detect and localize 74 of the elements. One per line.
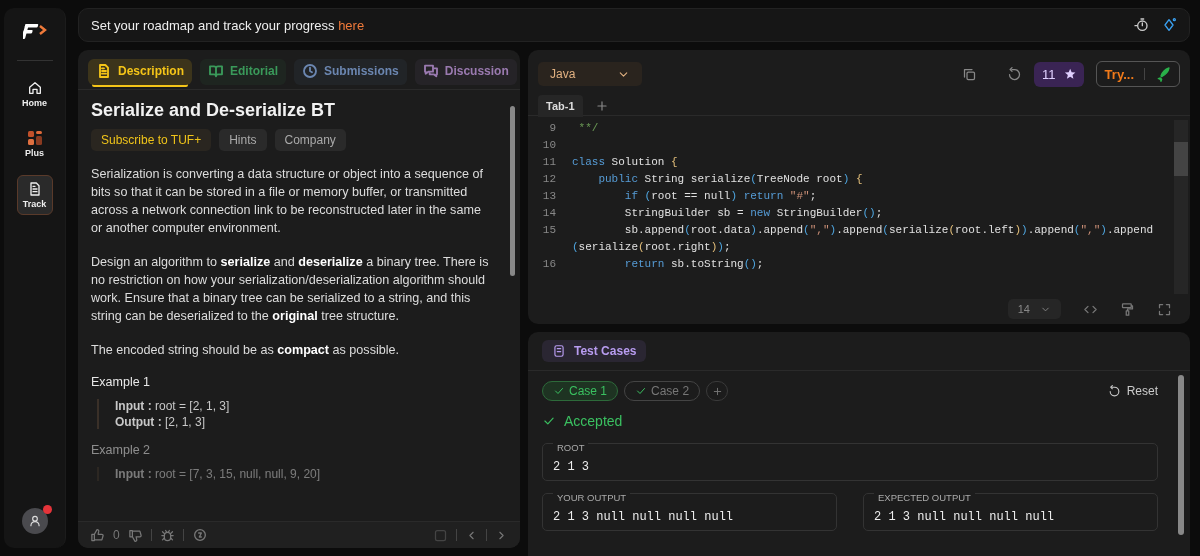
case-tab[interactable]: Case 1: [542, 381, 619, 401]
description-paragraph: The encoded string should be as compact as possible.: [91, 342, 401, 359]
panel-tab[interactable]: Discussion: [414, 59, 517, 85]
check-icon: [635, 385, 648, 397]
reset-icon: [1107, 384, 1121, 398]
example-line: Input : root = [2, 1, 3]: [115, 399, 231, 413]
bug-icon[interactable]: [159, 527, 175, 543]
nav-item[interactable]: Plus: [17, 125, 52, 163]
panel-tab[interactable]: Description: [88, 59, 192, 85]
streak-badge[interactable]: 11: [1034, 61, 1084, 87]
code-line: public String serialize(TreeNode root) {: [597, 172, 864, 187]
scrollbar-thumb[interactable]: [509, 106, 515, 276]
logo-icon: [22, 22, 47, 40]
nav-item[interactable]: Track: [16, 175, 53, 215]
try-button[interactable]: Try...: [1095, 61, 1180, 87]
line-number: 14: [541, 206, 557, 221]
line-number: 16: [541, 257, 557, 272]
code-line: class Solution {: [572, 155, 679, 170]
description-paragraph: Design an algorithm to serialize and deserialize a binary tree. There is no restriction on how your serialization/deserialization algorithm should work. Ensure that a binary tree can be serialized to a string, and this string can be deserialized to the original tree structure.: [91, 254, 490, 325]
check-icon: [553, 385, 565, 397]
field-label: YOUR OUTPUT: [553, 492, 631, 503]
timer-icon[interactable]: [1133, 17, 1149, 33]
plus-icon: [711, 385, 723, 397]
thumbs-up-icon[interactable]: [90, 527, 105, 543]
field-label: ROOT: [553, 442, 589, 453]
panel-tab[interactable]: Submissions: [294, 59, 407, 85]
example-heading: Example 1: [91, 375, 152, 389]
language-dropdown[interactable]: Java: [538, 62, 642, 86]
user-icon: [27, 514, 42, 528]
example-line: Input : root = [7, 3, 15, null, null, 9, 20]: [115, 467, 322, 481]
field-label: EXPECTED OUTPUT: [874, 492, 975, 503]
add-tab-icon[interactable]: [594, 98, 609, 113]
banner-text: Set your roadmap and track your progress here: [91, 17, 366, 33]
reset-icon[interactable]: [1007, 66, 1023, 82]
line-number: 13: [541, 189, 557, 204]
paint-roller-icon[interactable]: [1120, 301, 1135, 317]
thumbs-down-icon[interactable]: [127, 527, 143, 543]
panel-tab[interactable]: Editorial: [200, 59, 287, 85]
problem-title: Serialize and De-serialize BT: [91, 100, 337, 121]
like-count: 0: [113, 528, 120, 542]
nav-item[interactable]: Home: [17, 75, 52, 113]
line-number: 10: [541, 138, 557, 153]
example-heading: Example 2: [91, 443, 152, 457]
tag-button[interactable]: Hints: [219, 129, 267, 151]
description-paragraph: Serialization is converting a data structure or object into a sequence of bits so that it can be stored in a file or memory buffer, or transmitted across a network connection link to be reconstructed later in the same or another computer environment.: [91, 166, 485, 237]
test-icon: [552, 344, 566, 358]
tag-button[interactable]: Company: [274, 129, 346, 151]
line-number: 9: [548, 121, 557, 136]
line-number: 12: [541, 172, 557, 187]
example-line: Output : [2, 1, 3]: [115, 415, 206, 429]
code-line: StringBuilder sb = new StringBuilder();: [623, 206, 884, 221]
line-number: 11: [541, 155, 557, 170]
code-line: sb.append(root.data).append(",").append(serialize(root.left)).append(",").append (serialize(root.right));: [572, 223, 1155, 255]
code-line: return sb.toString();: [623, 257, 765, 272]
badge-icon[interactable]: [191, 527, 208, 543]
fullscreen-icon[interactable]: [1157, 301, 1172, 317]
code-line: if (root == null) return "#";: [623, 189, 818, 204]
field-value: 2 1 3: [553, 460, 590, 474]
copy-icon[interactable]: [962, 66, 978, 82]
field-value: 2 1 3 null null null null: [553, 510, 735, 524]
editor-tab[interactable]: Tab-1: [538, 94, 583, 117]
test-cases-tab[interactable]: Test Cases: [542, 340, 647, 362]
here-link[interactable]: here: [338, 17, 365, 33]
scrollbar-thumb[interactable]: [1178, 375, 1184, 535]
code-line: **/: [577, 121, 600, 136]
status-text: Accepted: [564, 413, 623, 429]
reset-button[interactable]: Reset: [1107, 384, 1158, 398]
field-value: 2 1 3 null null null null: [874, 510, 1056, 524]
blocks-icon: [26, 130, 43, 146]
subscribe-button[interactable]: Subscribe to TUF+: [91, 129, 212, 151]
line-number: 15: [541, 223, 557, 238]
scrollbar-thumb[interactable]: [1174, 142, 1188, 176]
home-icon: [26, 80, 43, 96]
font-size-dropdown[interactable]: 14: [1007, 299, 1061, 319]
